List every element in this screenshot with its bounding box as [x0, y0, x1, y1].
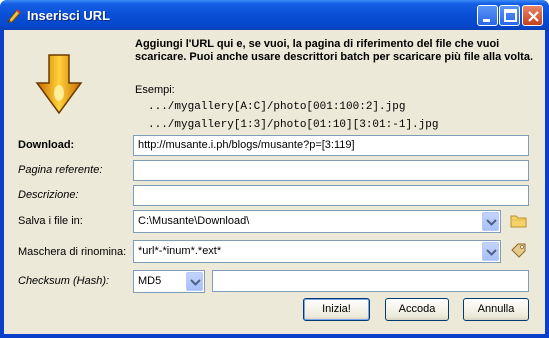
chevron-down-icon	[190, 279, 201, 286]
title-bar[interactable]: Inserisci URL	[0, 0, 549, 30]
maximize-button[interactable]	[499, 5, 520, 26]
description-label: Descrizione:	[18, 189, 79, 201]
example-line: .../mygallery[1:3]/photo[01:10][3:01:-1]…	[148, 119, 439, 131]
save-to-dropdown-button[interactable]	[482, 212, 499, 231]
maximize-icon	[504, 9, 517, 22]
referer-label: Pagina referente:	[18, 164, 103, 176]
intro-text: Aggiungi l'URL qui e, se vuoi, la pagina…	[135, 38, 534, 63]
download-url-input[interactable]: http://musante.i.ph/blogs/musante?p=[3:1…	[133, 135, 529, 156]
minimize-button[interactable]	[477, 5, 498, 26]
close-button[interactable]	[522, 5, 543, 26]
rename-mask-label: Maschera di rinomina:	[18, 246, 127, 258]
rename-mask-value: *url*-*inum*.*ext*	[138, 245, 222, 257]
checksum-type-value: MD5	[138, 275, 162, 287]
checksum-type-dropdown-button[interactable]	[186, 272, 203, 291]
start-button[interactable]: Inizia!	[303, 298, 370, 321]
checksum-label: Checksum (Hash):	[18, 275, 110, 287]
close-icon	[528, 11, 539, 22]
example-line: .../mygallery[A:C]/photo[001:100:2].jpg	[148, 101, 406, 113]
rename-mask-combo[interactable]: *url*-*inum*.*ext*	[133, 240, 501, 263]
checksum-type-select[interactable]: MD5	[133, 270, 205, 293]
folder-icon[interactable]	[510, 212, 528, 230]
checksum-hash-input[interactable]	[212, 270, 529, 292]
tag-icon[interactable]	[510, 242, 528, 260]
download-arrow-icon	[35, 53, 83, 115]
cancel-button[interactable]: Annulla	[463, 298, 529, 321]
save-to-label: Salva i file in:	[18, 215, 83, 227]
description-input[interactable]	[133, 185, 529, 206]
rename-mask-dropdown-button[interactable]	[482, 242, 499, 261]
queue-button[interactable]: Accoda	[385, 298, 449, 321]
referer-input[interactable]	[133, 160, 529, 181]
window-title: Inserisci URL	[27, 8, 111, 23]
save-to-value: C:\Musante\Download\	[138, 215, 250, 227]
examples-label: Esempi:	[135, 84, 175, 96]
chevron-down-icon	[486, 249, 497, 256]
save-to-combo[interactable]: C:\Musante\Download\	[133, 210, 501, 233]
download-label: Download:	[18, 139, 75, 151]
minimize-icon	[483, 19, 490, 22]
chevron-down-icon	[486, 219, 497, 226]
pencil-icon	[6, 7, 22, 23]
